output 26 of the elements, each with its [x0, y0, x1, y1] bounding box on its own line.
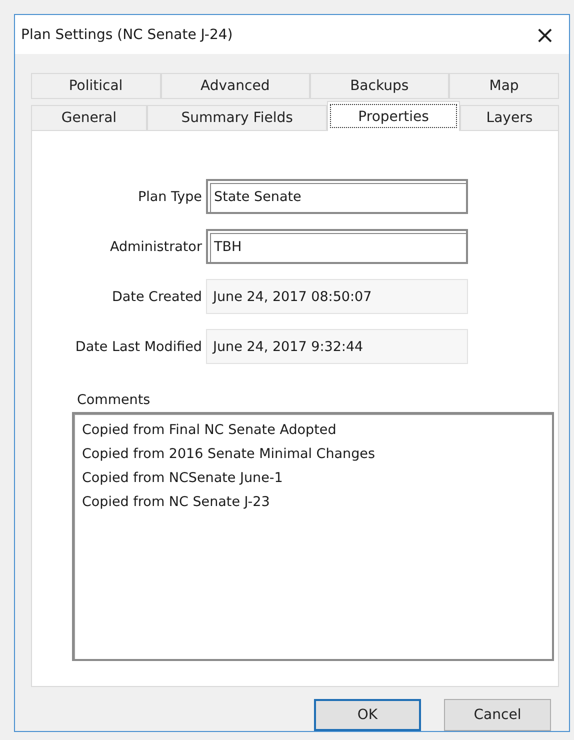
field-label: Date Last Modified — [74, 338, 202, 354]
comment-line: Copied from NCSenate June-1 — [82, 469, 284, 488]
read-only-field: June 24, 2017 08:50:07 — [206, 279, 468, 314]
text-field[interactable]: State Senate — [206, 179, 468, 214]
tab[interactable]: Map — [449, 73, 559, 99]
tab[interactable]: Backups — [310, 73, 450, 99]
comment-line: Copied from NC Senate J-23 — [82, 493, 271, 512]
text-field[interactable]: TBH — [206, 229, 468, 264]
comment-line: Copied from 2016 Senate Minimal Changes — [82, 445, 376, 464]
ok-button[interactable]: OK — [314, 699, 421, 731]
read-only-field: June 24, 2017 9:32:44 — [206, 329, 468, 364]
field-label: Administrator — [108, 238, 202, 254]
tab[interactable]: Summary Fields — [146, 105, 328, 131]
tab[interactable]: Properties — [327, 101, 460, 131]
tab[interactable]: Political — [31, 73, 161, 99]
comments-field[interactable]: Copied from Final NC Senate Adopted Copied from 2016 Senate Minimal Changes Copied from NCSenate June-1 Copied from NC Senate J-23 — [72, 412, 554, 661]
comments-label: Comments — [77, 392, 152, 408]
field-label: Plan Type — [136, 188, 202, 204]
comment-line: Copied from Final NC Senate Adopted — [82, 421, 338, 440]
close-button[interactable]: × — [530, 20, 559, 48]
field-label: Date Created — [111, 288, 202, 304]
window-title: Plan Settings (NC Senate J-24) — [21, 26, 233, 42]
cancel-button[interactable]: Cancel — [444, 699, 551, 731]
tab[interactable]: Layers — [460, 105, 559, 131]
tab[interactable]: General — [31, 105, 147, 131]
tab[interactable]: Advanced — [160, 73, 310, 99]
